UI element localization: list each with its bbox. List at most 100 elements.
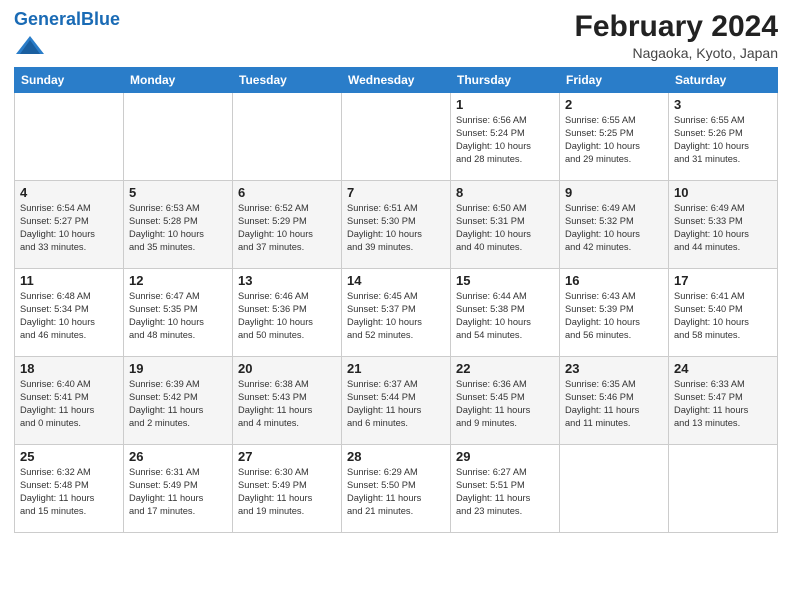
calendar-cell [233,93,342,181]
logo-general: General [14,9,81,29]
day-number: 14 [347,273,445,288]
day-info: Sunrise: 6:32 AM Sunset: 5:48 PM Dayligh… [20,466,118,518]
col-header-friday: Friday [560,68,669,93]
day-info: Sunrise: 6:39 AM Sunset: 5:42 PM Dayligh… [129,378,227,430]
day-info: Sunrise: 6:27 AM Sunset: 5:51 PM Dayligh… [456,466,554,518]
day-number: 4 [20,185,118,200]
day-info: Sunrise: 6:50 AM Sunset: 5:31 PM Dayligh… [456,202,554,254]
calendar-cell: 2 Sunrise: 6:55 AM Sunset: 5:25 PM Daylig… [560,93,669,181]
day-number: 28 [347,449,445,464]
calendar-subtitle: Nagaoka, Kyoto, Japan [575,45,778,61]
day-number: 5 [129,185,227,200]
calendar-cell: 16 Sunrise: 6:43 AM Sunset: 5:39 PM Dayli… [560,269,669,357]
col-header-wednesday: Wednesday [342,68,451,93]
col-header-sunday: Sunday [15,68,124,93]
calendar-cell: 1 Sunrise: 6:56 AM Sunset: 5:24 PM Daylig… [451,93,560,181]
day-info: Sunrise: 6:53 AM Sunset: 5:28 PM Dayligh… [129,202,227,254]
day-info: Sunrise: 6:38 AM Sunset: 5:43 PM Dayligh… [238,378,336,430]
day-number: 18 [20,361,118,376]
calendar-cell: 17 Sunrise: 6:41 AM Sunset: 5:40 PM Dayli… [669,269,778,357]
day-number: 23 [565,361,663,376]
calendar-cell [560,445,669,533]
calendar-cell [124,93,233,181]
calendar-cell: 28 Sunrise: 6:29 AM Sunset: 5:50 PM Dayli… [342,445,451,533]
calendar-cell [342,93,451,181]
col-header-tuesday: Tuesday [233,68,342,93]
calendar-cell: 26 Sunrise: 6:31 AM Sunset: 5:49 PM Dayli… [124,445,233,533]
day-number: 16 [565,273,663,288]
calendar-cell: 9 Sunrise: 6:49 AM Sunset: 5:32 PM Daylig… [560,181,669,269]
day-info: Sunrise: 6:40 AM Sunset: 5:41 PM Dayligh… [20,378,118,430]
calendar-cell: 21Sunrise: 6:37 AM Sunset: 5:44 PM Dayli… [342,357,451,445]
day-number: 13 [238,273,336,288]
calendar-cell: 6Sunrise: 6:52 AM Sunset: 5:29 PM Daylig… [233,181,342,269]
day-number: 2 [565,97,663,112]
calendar-cell [669,445,778,533]
day-number: 3 [674,97,772,112]
day-number: 7 [347,185,445,200]
header: GeneralBlue February 2024 Nagaoka, Kyoto… [14,10,778,61]
col-header-monday: Monday [124,68,233,93]
calendar-cell: 10 Sunrise: 6:49 AM Sunset: 5:33 PM Dayli… [669,181,778,269]
day-info: Sunrise: 6:49 AM Sunset: 5:32 PM Dayligh… [565,202,663,254]
day-number: 12 [129,273,227,288]
calendar-cell: 15 Sunrise: 6:44 AM Sunset: 5:38 PM Dayli… [451,269,560,357]
day-number: 6 [238,185,336,200]
calendar-cell: 23 Sunrise: 6:35 AM Sunset: 5:46 PM Dayli… [560,357,669,445]
day-info: Sunrise: 6:48 AM Sunset: 5:34 PM Dayligh… [20,290,118,342]
day-number: 26 [129,449,227,464]
day-number: 15 [456,273,554,288]
logo-icon [16,31,44,59]
day-info: Sunrise: 6:41 AM Sunset: 5:40 PM Dayligh… [674,290,772,342]
calendar-cell: 29Sunrise: 6:27 AM Sunset: 5:51 PM Dayli… [451,445,560,533]
calendar-cell: 25 Sunrise: 6:32 AM Sunset: 5:48 PM Dayli… [15,445,124,533]
calendar-page: GeneralBlue February 2024 Nagaoka, Kyoto… [0,0,792,612]
calendar-cell: 22 Sunrise: 6:36 AM Sunset: 5:45 PM Dayli… [451,357,560,445]
calendar-cell: 24Sunrise: 6:33 AM Sunset: 5:47 PM Dayli… [669,357,778,445]
day-info: Sunrise: 6:31 AM Sunset: 5:49 PM Dayligh… [129,466,227,518]
day-info: Sunrise: 6:55 AM Sunset: 5:25 PM Dayligh… [565,114,663,166]
day-number: 8 [456,185,554,200]
logo-blue: Blue [81,9,120,29]
day-number: 17 [674,273,772,288]
day-info: Sunrise: 6:54 AM Sunset: 5:27 PM Dayligh… [20,202,118,254]
day-number: 19 [129,361,227,376]
calendar-cell: 27 Sunrise: 6:30 AM Sunset: 5:49 PM Dayli… [233,445,342,533]
logo-text: GeneralBlue [14,10,120,30]
day-info: Sunrise: 6:35 AM Sunset: 5:46 PM Dayligh… [565,378,663,430]
day-info: Sunrise: 6:30 AM Sunset: 5:49 PM Dayligh… [238,466,336,518]
day-info: Sunrise: 6:47 AM Sunset: 5:35 PM Dayligh… [129,290,227,342]
calendar-cell: 3 Sunrise: 6:55 AM Sunset: 5:26 PM Daylig… [669,93,778,181]
day-number: 22 [456,361,554,376]
day-info: Sunrise: 6:44 AM Sunset: 5:38 PM Dayligh… [456,290,554,342]
col-header-saturday: Saturday [669,68,778,93]
calendar-cell: 19 Sunrise: 6:39 AM Sunset: 5:42 PM Dayli… [124,357,233,445]
day-number: 21 [347,361,445,376]
day-number: 20 [238,361,336,376]
calendar-title: February 2024 [575,10,778,43]
day-number: 27 [238,449,336,464]
calendar-table: SundayMondayTuesdayWednesdayThursdayFrid… [14,67,778,533]
day-info: Sunrise: 6:45 AM Sunset: 5:37 PM Dayligh… [347,290,445,342]
day-info: Sunrise: 6:36 AM Sunset: 5:45 PM Dayligh… [456,378,554,430]
day-info: Sunrise: 6:43 AM Sunset: 5:39 PM Dayligh… [565,290,663,342]
calendar-cell: 8 Sunrise: 6:50 AM Sunset: 5:31 PM Daylig… [451,181,560,269]
day-number: 25 [20,449,118,464]
calendar-cell: 18 Sunrise: 6:40 AM Sunset: 5:41 PM Dayli… [15,357,124,445]
day-info: Sunrise: 6:55 AM Sunset: 5:26 PM Dayligh… [674,114,772,166]
day-info: Sunrise: 6:46 AM Sunset: 5:36 PM Dayligh… [238,290,336,342]
day-number: 11 [20,273,118,288]
day-info: Sunrise: 6:29 AM Sunset: 5:50 PM Dayligh… [347,466,445,518]
col-header-thursday: Thursday [451,68,560,93]
day-number: 1 [456,97,554,112]
day-info: Sunrise: 6:49 AM Sunset: 5:33 PM Dayligh… [674,202,772,254]
calendar-cell: 4 Sunrise: 6:54 AM Sunset: 5:27 PM Daylig… [15,181,124,269]
calendar-cell: 20 Sunrise: 6:38 AM Sunset: 5:43 PM Dayli… [233,357,342,445]
calendar-cell: 12 Sunrise: 6:47 AM Sunset: 5:35 PM Dayli… [124,269,233,357]
day-info: Sunrise: 6:51 AM Sunset: 5:30 PM Dayligh… [347,202,445,254]
day-number: 10 [674,185,772,200]
day-number: 9 [565,185,663,200]
calendar-cell: 13 Sunrise: 6:46 AM Sunset: 5:36 PM Dayli… [233,269,342,357]
day-info: Sunrise: 6:56 AM Sunset: 5:24 PM Dayligh… [456,114,554,166]
calendar-cell: 7 Sunrise: 6:51 AM Sunset: 5:30 PM Daylig… [342,181,451,269]
